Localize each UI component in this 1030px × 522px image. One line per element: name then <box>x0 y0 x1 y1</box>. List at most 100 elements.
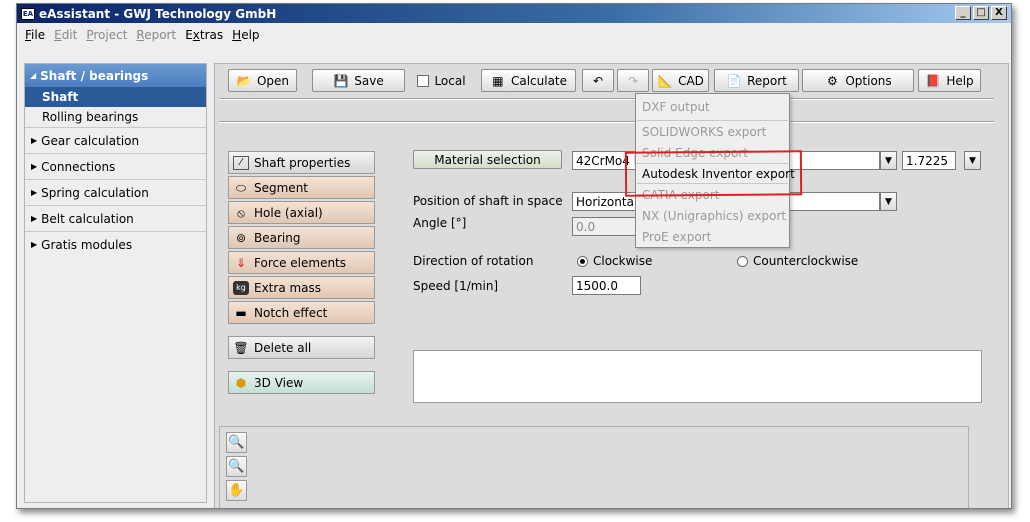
cad-label: CAD <box>678 73 704 88</box>
force-elements-label: Force elements <box>254 255 347 270</box>
shaft-properties-button[interactable]: ⁄ Shaft properties <box>228 151 375 174</box>
local-checkbox[interactable] <box>417 74 430 87</box>
open-label: Open <box>256 73 290 88</box>
extra-mass-button[interactable]: kg Extra mass <box>228 276 375 299</box>
maximize-button[interactable]: □ <box>973 6 989 20</box>
zoom-in-icon[interactable]: 🔍 <box>226 432 247 453</box>
local-label: Local <box>434 73 466 88</box>
delete-all-button[interactable]: 🗑 Delete all <box>228 336 375 359</box>
sidebar-item-belt-calculation[interactable]: ▶ Belt calculation <box>25 205 206 231</box>
bearing-label: Bearing <box>254 230 301 245</box>
speed-input[interactable]: 1500.0 <box>572 276 641 295</box>
trash-icon: 🗑 <box>233 340 249 355</box>
menu-item-solidworks-export[interactable]: SOLIDWORKS export <box>642 122 766 141</box>
sidebar-item-label: Spring calculation <box>41 185 149 200</box>
density-dropdown[interactable]: 1.7225 <box>902 151 956 170</box>
3d-cube-icon: ⬢ <box>235 375 247 390</box>
counterclockwise-label: Counterclockwise <box>753 254 859 268</box>
segment-icon: ⬭ <box>235 180 247 195</box>
shaft-properties-icon: ⁄ <box>233 155 249 170</box>
clockwise-label: Clockwise <box>593 254 653 268</box>
sidebar: ◢ Shaft / bearings Shaft Rolling bearing… <box>24 63 207 503</box>
sidebar-header-shaft-bearings[interactable]: ◢ Shaft / bearings <box>25 64 206 87</box>
hole-axial-label: Hole (axial) <box>254 205 323 220</box>
menu-bar: File Edit Project Report Extras Help <box>17 25 1011 45</box>
menu-item-nx-unigraphics-export[interactable]: NX (Unigraphics) export <box>642 206 786 225</box>
3d-view-label: 3D View <box>254 375 304 390</box>
help-label: Help <box>946 73 974 88</box>
save-button[interactable]: 💾 Save <box>312 69 405 92</box>
sidebar-item-spring-calculation[interactable]: ▶ Spring calculation <box>25 179 206 205</box>
pan-hand-icon[interactable]: ✋ <box>226 480 247 501</box>
shaft-canvas[interactable]: 🔍 🔍 ✋ <box>219 426 969 508</box>
content-divider <box>219 121 994 123</box>
sidebar-item-gratis-modules[interactable]: ▶ Gratis modules <box>25 231 206 257</box>
undo-icon: ↶ <box>592 73 604 88</box>
material-selection-button[interactable]: Material selection <box>413 150 562 169</box>
force-arrow-icon: ⇓ <box>235 255 247 270</box>
redo-button[interactable]: ↷ <box>617 69 649 92</box>
calculate-button[interactable]: ▦ Calculate <box>481 69 576 92</box>
triangle-right-icon: ▶ <box>31 188 38 197</box>
triangle-right-icon: ▶ <box>31 162 38 171</box>
menu-project[interactable]: Project <box>86 28 127 42</box>
undo-button[interactable]: ↶ <box>582 69 614 92</box>
force-elements-button[interactable]: ⇓ Force elements <box>228 251 375 274</box>
report-button[interactable]: 📄 Report <box>714 69 799 92</box>
close-button[interactable]: X <box>991 6 1007 20</box>
menu-item-dxf-output[interactable]: DXF output <box>642 97 710 116</box>
counterclockwise-radio[interactable]: Counterclockwise <box>737 254 858 268</box>
calculate-label: Calculate <box>510 73 568 88</box>
radio-selected-icon <box>577 256 588 267</box>
angle-input[interactable]: 0.0 <box>572 217 643 236</box>
notch-effect-button[interactable]: ▬ Notch effect <box>228 301 375 324</box>
options-label: Options <box>845 73 892 88</box>
position-dropdown-arrow-icon[interactable]: ▼ <box>880 192 897 211</box>
cad-button[interactable]: 📐 CAD <box>652 69 709 92</box>
clockwise-radio[interactable]: Clockwise <box>577 254 652 268</box>
sidebar-item-gear-calculation[interactable]: ▶ Gear calculation <box>25 127 206 153</box>
sidebar-item-label: Belt calculation <box>41 211 134 226</box>
bearing-button[interactable]: ⊚ Bearing <box>228 226 375 249</box>
menu-report[interactable]: Report <box>136 28 176 42</box>
3d-view-button[interactable]: ⬢ 3D View <box>228 371 375 394</box>
open-button[interactable]: 📂 Open <box>228 69 297 92</box>
sidebar-item-label: Gratis modules <box>41 237 133 252</box>
redo-icon: ↷ <box>627 73 639 88</box>
hole-axial-button[interactable]: ⦸ Hole (axial) <box>228 201 375 224</box>
help-button[interactable]: 📕 Help <box>918 69 981 92</box>
zoom-icon[interactable]: 🔍 <box>226 456 247 477</box>
local-checkbox-group[interactable]: Local <box>412 69 471 92</box>
message-area[interactable] <box>413 350 982 403</box>
cad-drawing-icon: 📐 <box>657 73 673 88</box>
open-folder-icon: 📂 <box>236 73 252 88</box>
app-icon: EA <box>21 7 35 20</box>
highlight-annotation-box <box>624 150 803 197</box>
sidebar-item-shaft[interactable]: Shaft <box>25 87 206 107</box>
minimize-button[interactable]: _ <box>955 6 971 20</box>
segment-button[interactable]: ⬭ Segment <box>228 176 375 199</box>
material-dropdown-arrow-icon[interactable]: ▼ <box>880 151 897 170</box>
notch-effect-icon: ▬ <box>235 305 247 320</box>
density-dropdown-arrow-icon[interactable]: ▼ <box>964 151 981 170</box>
hole-axial-icon: ⦸ <box>237 205 245 220</box>
angle-label: Angle [°] <box>413 216 467 230</box>
options-button[interactable]: ⚙ Options <box>802 69 914 92</box>
notch-effect-label: Notch effect <box>254 305 328 320</box>
menu-file[interactable]: File <box>25 28 45 42</box>
sidebar-header-label: Shaft / bearings <box>40 68 149 83</box>
calculator-icon: ▦ <box>492 73 504 88</box>
sidebar-item-rolling-bearings[interactable]: Rolling bearings <box>25 107 206 127</box>
sidebar-item-connections[interactable]: ▶ Connections <box>25 153 206 179</box>
window-title: eAssistant - GWJ Technology GmbH <box>39 6 277 21</box>
menu-extras[interactable]: Extras <box>185 28 223 42</box>
title-bar[interactable]: EA eAssistant - GWJ Technology GmbH _ □ … <box>17 4 1011 23</box>
menu-edit[interactable]: Edit <box>54 28 77 42</box>
bearing-icon: ⊚ <box>235 230 247 245</box>
speed-label: Speed [1/min] <box>413 279 499 293</box>
save-disk-icon: 💾 <box>333 73 349 88</box>
menu-item-proe-export[interactable]: ProE export <box>642 227 711 246</box>
triangle-right-icon: ▶ <box>31 136 38 145</box>
main-panel: 📂 Open 💾 Save Local ▦ Calculate ↶ ↷ 📐 CA… <box>214 63 1009 508</box>
menu-help[interactable]: Help <box>232 28 259 42</box>
